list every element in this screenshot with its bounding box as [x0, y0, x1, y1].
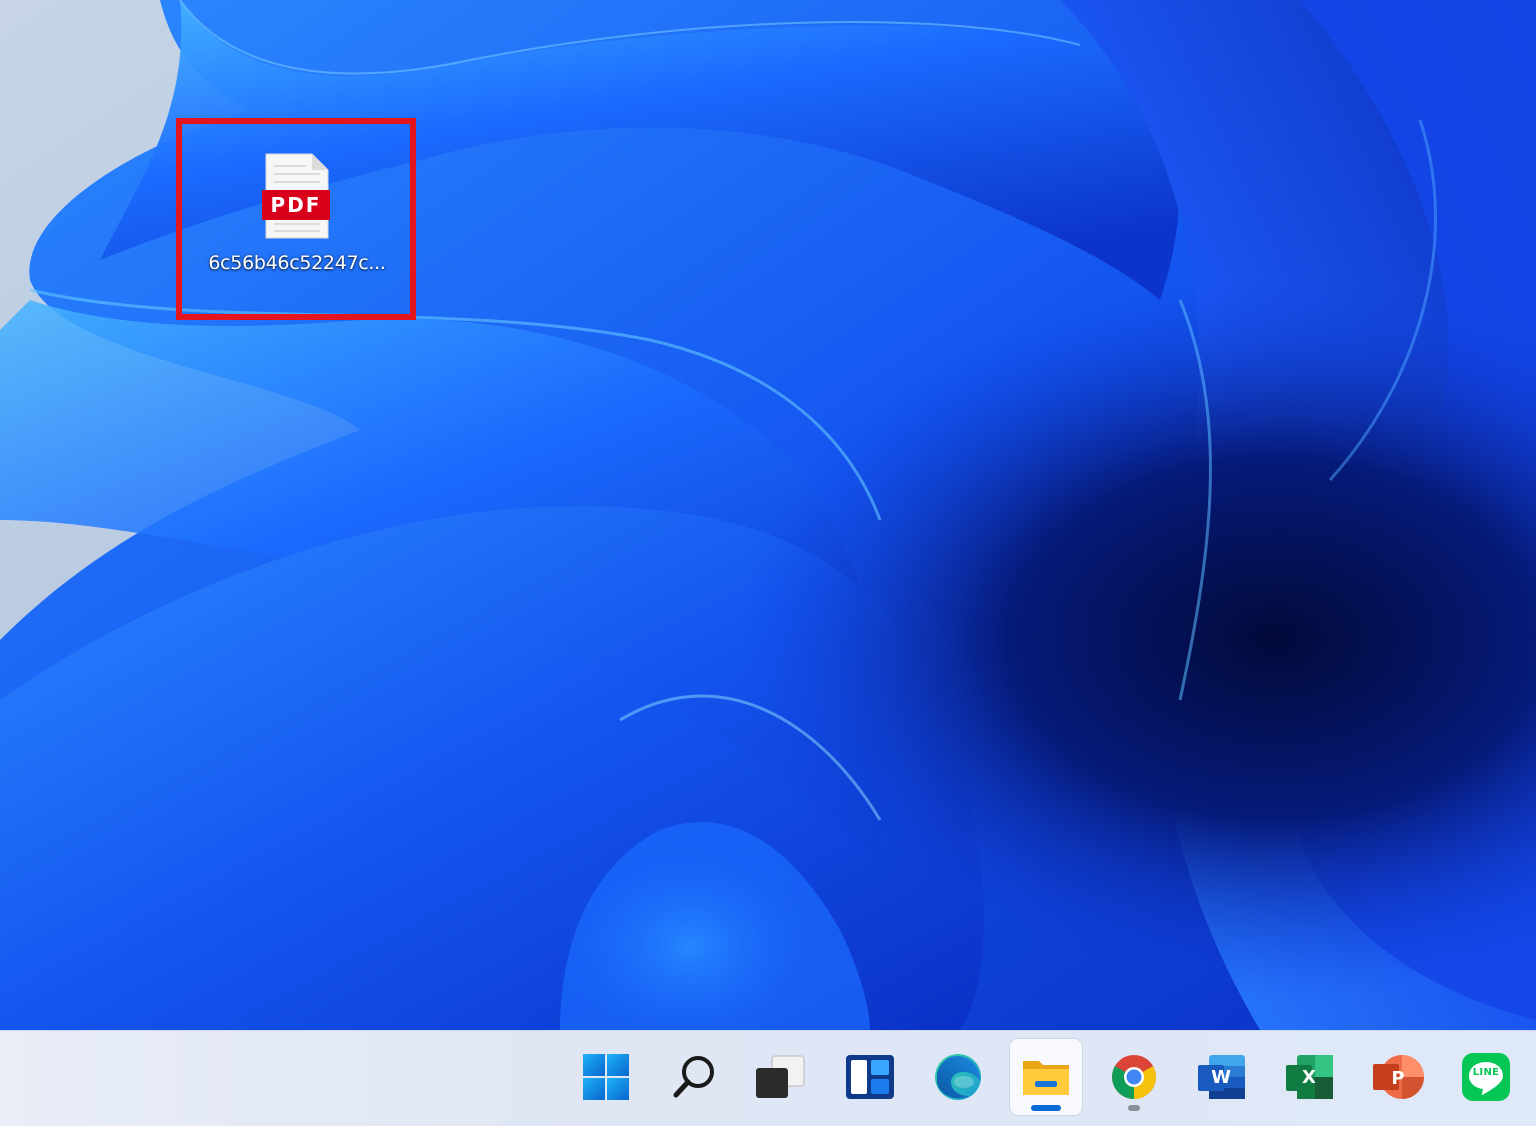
windows-start-icon	[583, 1054, 629, 1100]
pdf-type-badge: PDF	[270, 193, 322, 217]
desktop-screen: PDF 6c56b46c52247c... W X P LINE	[0, 0, 1536, 1126]
taskbar-line-button[interactable]: LINE	[1450, 1039, 1522, 1115]
chrome-browser-icon	[1112, 1055, 1156, 1099]
taskbar-powerpoint-button[interactable]: P	[1362, 1039, 1434, 1115]
taskbar-start-button[interactable]	[570, 1039, 642, 1115]
desktop-file-pdf[interactable]: PDF 6c56b46c52247c...	[192, 140, 402, 290]
taskbar-widgets-button[interactable]	[834, 1039, 906, 1115]
edge-browser-icon	[935, 1054, 981, 1100]
search-icon	[673, 1056, 714, 1098]
taskbar-file-explorer-button[interactable]	[1010, 1039, 1082, 1115]
file-explorer-icon	[1023, 1061, 1069, 1095]
running-app-indicator	[1128, 1105, 1140, 1111]
widgets-icon	[846, 1055, 894, 1099]
task-view-icon	[756, 1055, 805, 1098]
taskbar: W X P LINE	[0, 1030, 1536, 1126]
word-badge-letter: W	[1211, 1067, 1231, 1088]
active-app-indicator	[1031, 1105, 1061, 1111]
powerpoint-badge-letter: P	[1391, 1068, 1405, 1089]
excel-badge-letter: X	[1302, 1067, 1316, 1088]
taskbar-edge-button[interactable]	[922, 1039, 994, 1115]
taskbar-chrome-button[interactable]	[1098, 1039, 1170, 1115]
taskbar-word-button[interactable]: W	[1186, 1039, 1258, 1115]
taskbar-taskview-button[interactable]	[744, 1039, 816, 1115]
desktop-file-label: 6c56b46c52247c...	[208, 252, 386, 274]
taskbar-excel-button[interactable]: X	[1274, 1039, 1346, 1115]
taskbar-search-button[interactable]	[658, 1039, 730, 1115]
line-badge-text: LINE	[1472, 1067, 1500, 1078]
